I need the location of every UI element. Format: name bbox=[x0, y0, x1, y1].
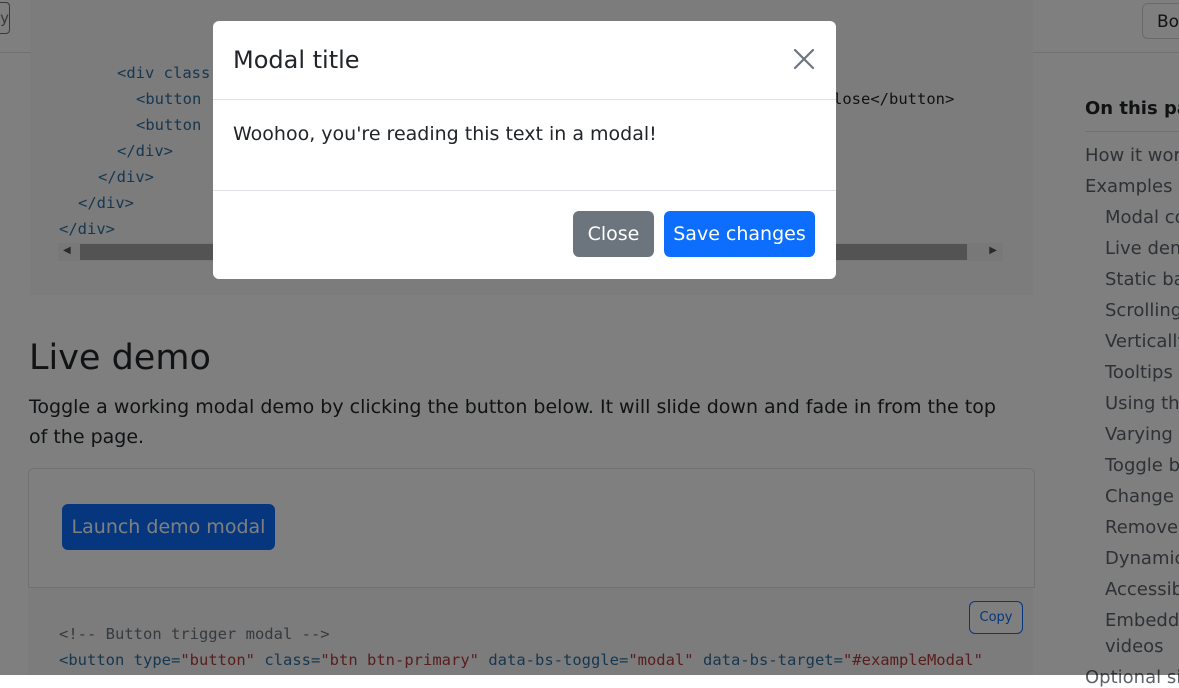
docs-page: y Bo <div class <button <button lose</bu… bbox=[0, 0, 1179, 688]
save-changes-button[interactable]: Save changes bbox=[664, 211, 815, 257]
close-x-icon[interactable] bbox=[793, 48, 815, 70]
close-button[interactable]: Close bbox=[573, 211, 654, 257]
modal-dialog: Modal title Woohoo, you're reading this … bbox=[213, 21, 836, 279]
modal-header: Modal title bbox=[213, 21, 836, 100]
modal-title: Modal title bbox=[233, 46, 360, 74]
modal-body-text: Woohoo, you're reading this text in a mo… bbox=[233, 123, 657, 145]
